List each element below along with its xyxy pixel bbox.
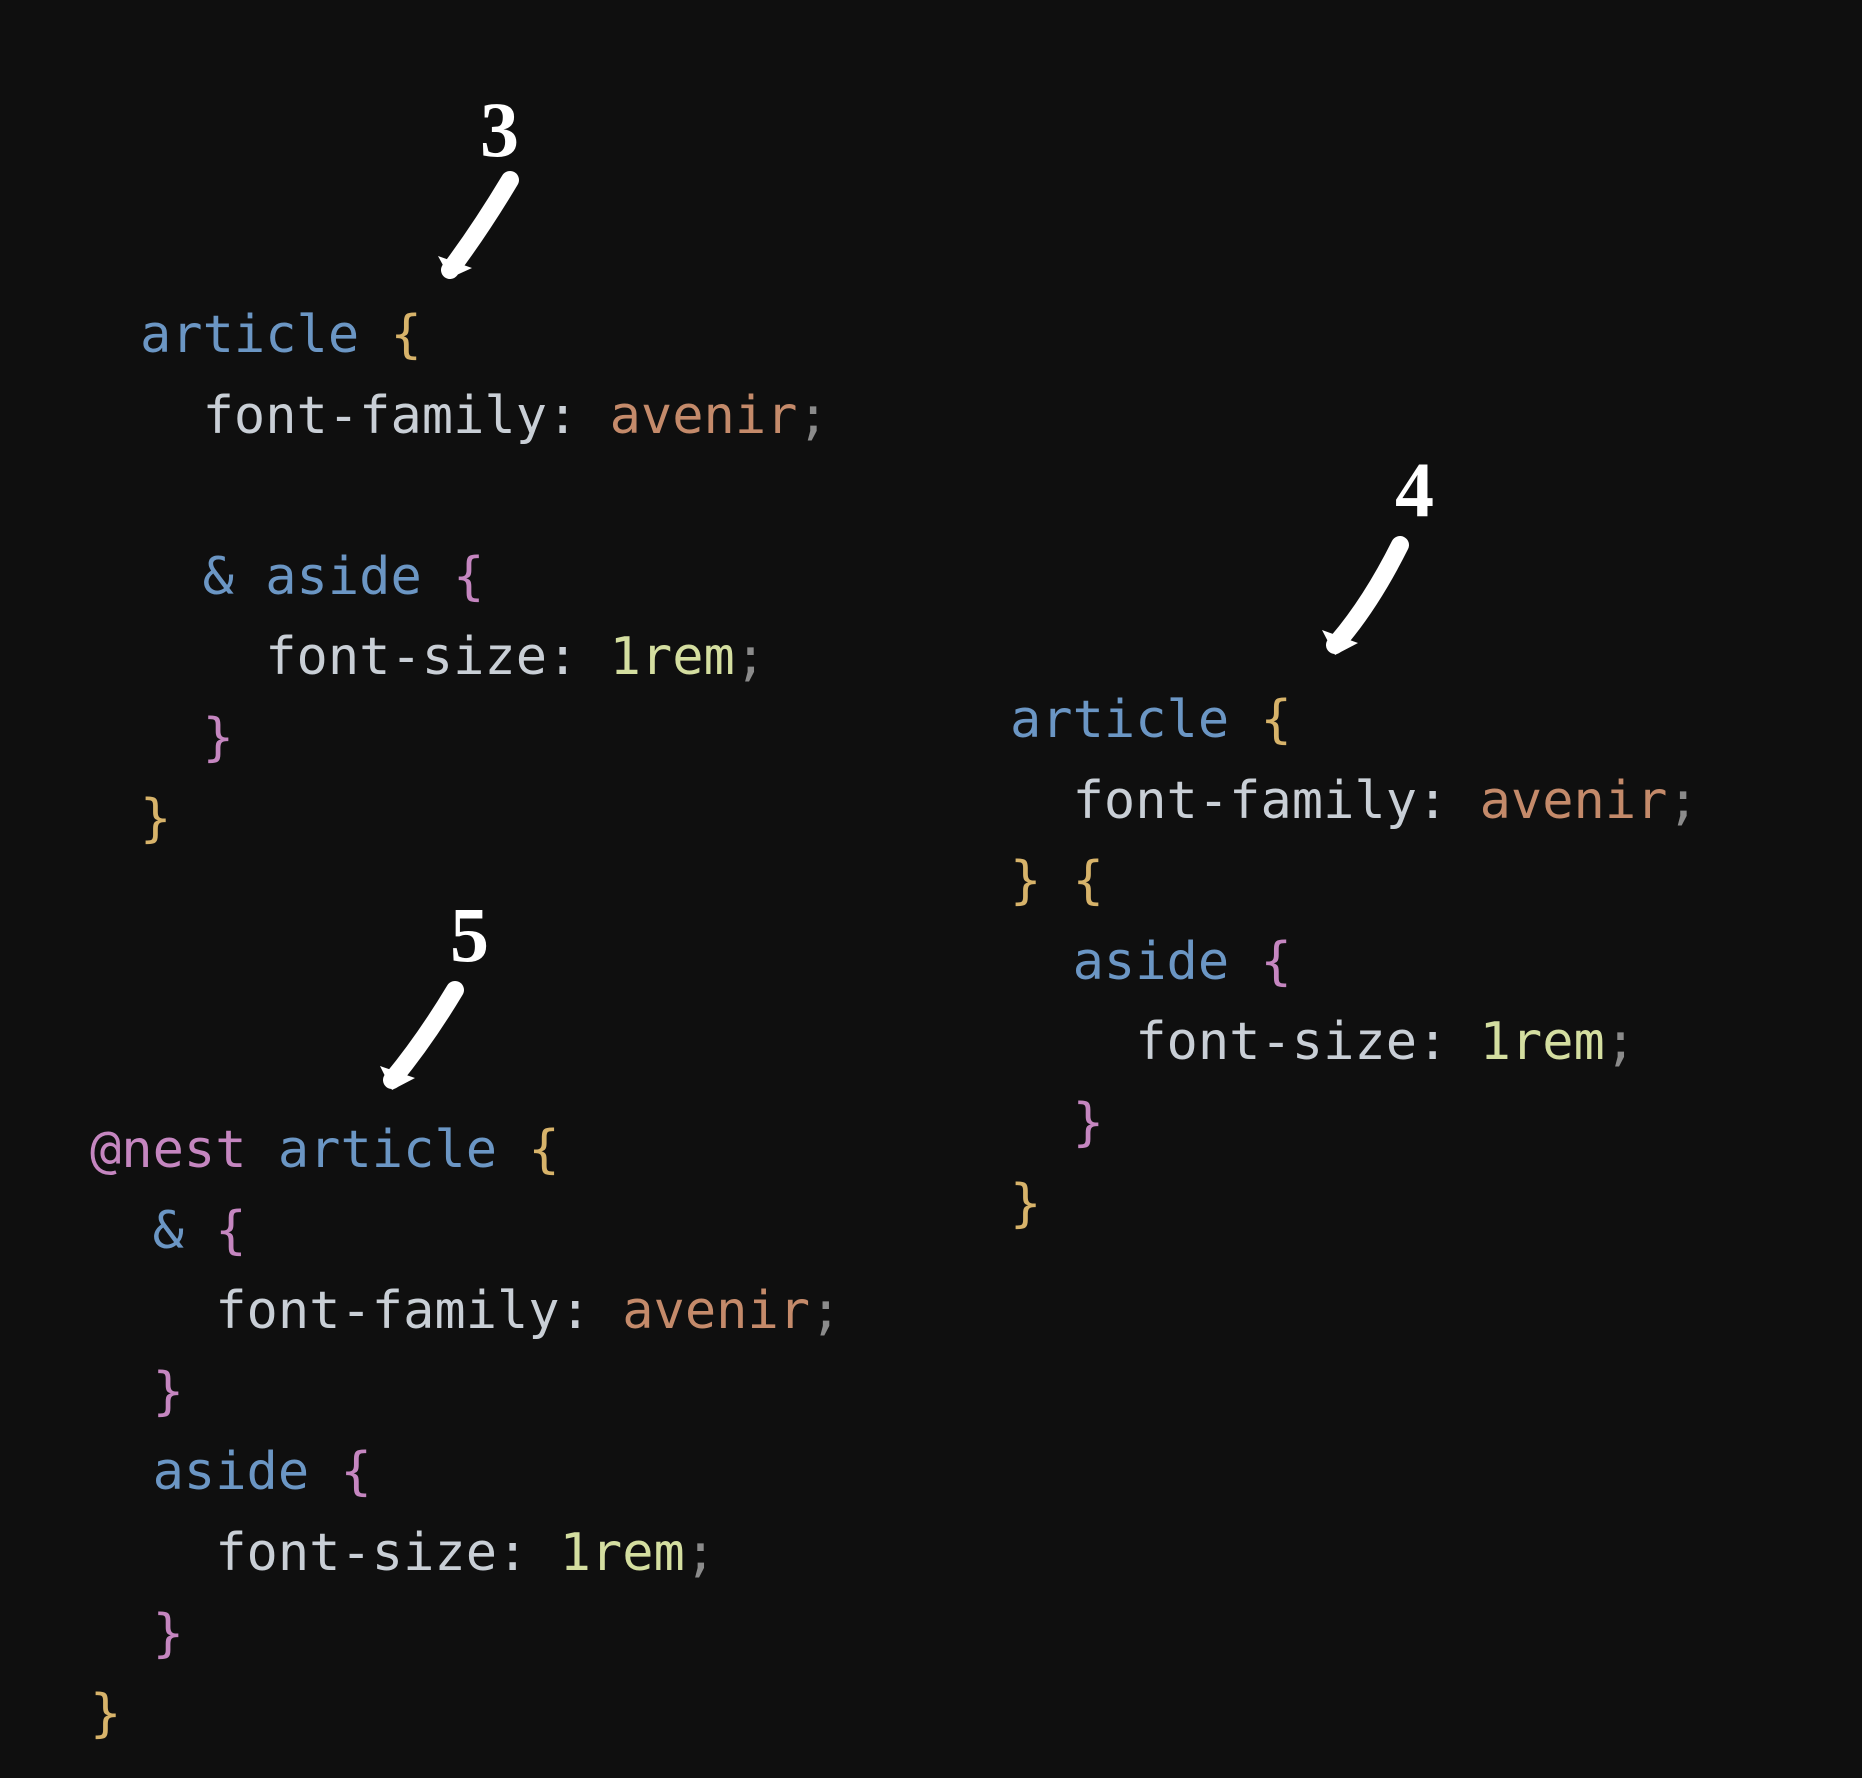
- tok-brace-open: {: [1073, 851, 1104, 911]
- annotation-5-arrow: [360, 980, 480, 1110]
- annotation-4: 4: [1395, 445, 1434, 535]
- tok-semi: ;: [797, 386, 828, 446]
- tok-brace-open: {: [390, 305, 421, 365]
- tok-amp: &: [203, 547, 234, 607]
- tok-value-1rem: 1rem: [560, 1523, 685, 1583]
- tok-brace-close-pink: }: [203, 708, 234, 768]
- tok-semi: ;: [810, 1281, 841, 1341]
- tok-prop-font-family: font-family: [203, 386, 547, 446]
- tok-semi: ;: [685, 1523, 716, 1583]
- tok-prop-font-size: font-size: [265, 627, 547, 687]
- tok-value-avenir: avenir: [1480, 771, 1668, 831]
- annotation-4-arrow: [1300, 535, 1420, 675]
- tok-brace-open-pink: {: [215, 1201, 246, 1261]
- tok-amp: &: [153, 1201, 184, 1261]
- tok-prop-font-size: font-size: [215, 1523, 497, 1583]
- tok-value-avenir: avenir: [610, 386, 798, 446]
- tok-brace-open: {: [1260, 690, 1291, 750]
- annotation-5: 5: [450, 890, 489, 980]
- tok-prop-font-family: font-family: [1073, 771, 1417, 831]
- tok-brace-close: }: [90, 1684, 121, 1744]
- tok-semi: ;: [1667, 771, 1698, 831]
- tok-prop-font-family: font-family: [215, 1281, 559, 1341]
- tok-brace-close: }: [1010, 851, 1041, 911]
- tok-colon: :: [1417, 1012, 1448, 1072]
- tok-brace-open-pink: {: [340, 1442, 371, 1502]
- tok-value-1rem: 1rem: [1480, 1012, 1605, 1072]
- code-block-3: article { font-family: avenir; & aside {…: [140, 295, 829, 859]
- tok-value-1rem: 1rem: [610, 627, 735, 687]
- annotation-3-label: 3: [480, 86, 519, 173]
- code-block-4: article { font-family: avenir; } { aside…: [1010, 680, 1699, 1244]
- tok-semi: ;: [735, 627, 766, 687]
- tok-brace-close-pink: }: [153, 1604, 184, 1664]
- annotation-5-label: 5: [450, 891, 489, 978]
- tok-prop-font-size: font-size: [1135, 1012, 1417, 1072]
- code-block-5: @nest article { & { font-family: avenir;…: [90, 1110, 841, 1755]
- tok-brace-close-pink: }: [153, 1362, 184, 1422]
- tok-selector-aside: aside: [153, 1442, 310, 1502]
- tok-colon: :: [547, 627, 578, 687]
- tok-selector-aside: aside: [265, 547, 422, 607]
- tok-semi: ;: [1605, 1012, 1636, 1072]
- tok-at-nest: @nest: [90, 1120, 247, 1180]
- tok-colon: :: [497, 1523, 528, 1583]
- tok-selector-aside: aside: [1073, 932, 1230, 992]
- tok-brace-open-pink: {: [1260, 932, 1291, 992]
- tok-brace-close: }: [1010, 1174, 1041, 1234]
- annotation-3-arrow: [420, 170, 530, 300]
- tok-value-avenir: avenir: [622, 1281, 810, 1341]
- code-canvas: 3 article { font-family: avenir; & aside…: [0, 0, 1862, 1778]
- tok-colon: :: [1417, 771, 1448, 831]
- annotation-4-label: 4: [1395, 446, 1434, 533]
- tok-selector-article: article: [1010, 690, 1229, 750]
- tok-colon: :: [547, 386, 578, 446]
- tok-brace-close-pink: }: [1073, 1093, 1104, 1153]
- tok-colon: :: [560, 1281, 591, 1341]
- tok-selector-article: article: [140, 305, 359, 365]
- tok-selector-article: article: [278, 1120, 497, 1180]
- annotation-3: 3: [480, 85, 519, 175]
- tok-brace-open: {: [528, 1120, 559, 1180]
- tok-brace-open-pink: {: [453, 547, 484, 607]
- tok-brace-close: }: [140, 789, 171, 849]
